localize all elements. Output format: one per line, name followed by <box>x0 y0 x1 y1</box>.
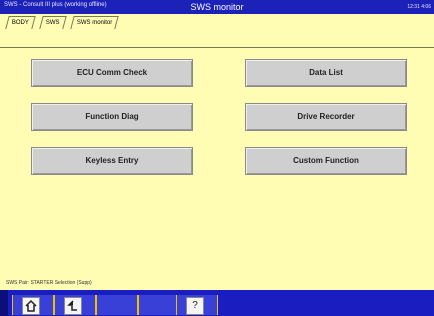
data-list-button[interactable]: Data List <box>245 59 407 87</box>
breadcrumb-tabs: BODY SWS SWS monitor <box>0 14 434 48</box>
window-caption: SWS - Consult III plus (working offline) <box>4 2 107 8</box>
keyless-entry-button[interactable]: Keyless Entry <box>31 147 193 175</box>
toolbar-slot-3[interactable] <box>96 295 138 315</box>
back-icon <box>64 297 82 315</box>
back-button[interactable] <box>54 295 96 315</box>
function-diag-button[interactable]: Function Diag <box>31 103 193 131</box>
help-icon: ? <box>186 297 204 315</box>
title-bar: SWS - Consult III plus (working offline)… <box>0 0 434 14</box>
tab-divider <box>0 47 434 48</box>
ecu-comm-check-button[interactable]: ECU Comm Check <box>31 59 193 87</box>
status-text: SWS Pair: STARTER Selection (Supp) <box>6 280 92 286</box>
toolbar-edge <box>0 290 8 316</box>
help-button[interactable]: ? <box>176 295 218 315</box>
clock: 12:31 4:06 <box>407 4 431 10</box>
toolbar-slot-4[interactable] <box>138 295 180 315</box>
bottom-toolbar: ? <box>0 290 434 316</box>
custom-function-button[interactable]: Custom Function <box>245 147 407 175</box>
home-icon <box>22 297 40 315</box>
tab-sws-monitor[interactable]: SWS monitor <box>70 16 120 29</box>
home-button[interactable] <box>12 295 54 315</box>
sws-monitor-screen: SWS - Consult III plus (working offline)… <box>0 0 434 316</box>
tab-body[interactable]: BODY <box>5 16 36 29</box>
drive-recorder-button[interactable]: Drive Recorder <box>245 103 407 131</box>
tab-sws[interactable]: SWS <box>39 16 67 29</box>
